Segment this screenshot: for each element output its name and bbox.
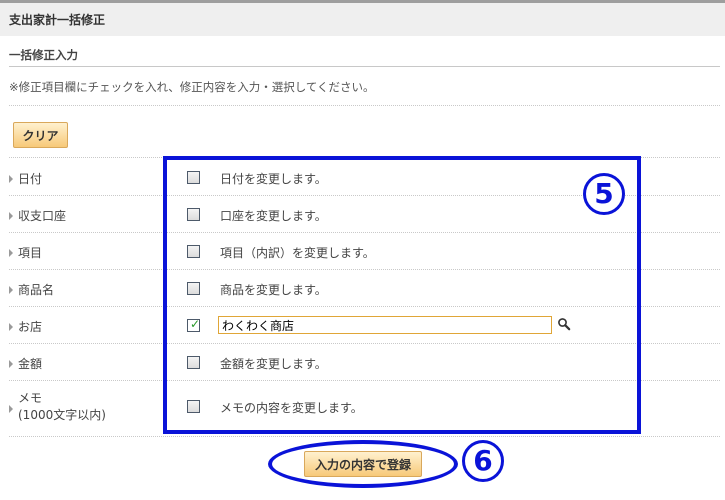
callout-number-5: 5 <box>583 173 625 215</box>
row-label-text: 項目 <box>18 246 43 260</box>
page-header: 支出家計一括修正 <box>0 0 725 36</box>
row-label-text: お店 <box>18 320 43 334</box>
row-label-date: 日付 <box>9 170 42 187</box>
row-label-amount: 金額 <box>9 355 42 372</box>
submit-button[interactable]: 入力の内容で登録 <box>304 451 422 477</box>
row-label-subtext: (1000文字以内) <box>18 408 106 422</box>
row-label-item: 項目 <box>9 244 42 261</box>
triangle-right-icon <box>9 285 13 294</box>
row-label-product: 商品名 <box>9 281 54 298</box>
triangle-right-icon <box>9 211 13 220</box>
page-title: 支出家計一括修正 <box>9 13 106 27</box>
annotation-highlight-box <box>163 156 641 434</box>
triangle-right-icon <box>9 248 13 257</box>
divider <box>9 436 720 437</box>
row-label-text: 金額 <box>18 357 43 371</box>
row-label-text: 収支口座 <box>18 209 67 223</box>
row-label-text: 日付 <box>18 172 43 186</box>
row-label-shop: お店 <box>9 318 42 335</box>
section-title: 一括修正入力 <box>9 48 78 62</box>
divider <box>9 105 720 106</box>
callout-number-6: 6 <box>462 440 504 482</box>
row-label-account: 収支口座 <box>9 207 66 224</box>
triangle-right-icon <box>9 405 13 413</box>
row-label-text: メモ <box>18 391 43 405</box>
clear-button[interactable]: クリア <box>13 122 68 148</box>
triangle-right-icon <box>9 322 13 331</box>
instruction-text: ※修正項目欄にチェックを入れ、修正内容を入力・選択してください。 <box>9 80 375 94</box>
row-label-text: 商品名 <box>18 283 55 297</box>
triangle-right-icon <box>9 174 13 183</box>
row-label-memo: メモ (1000文字以内) <box>9 390 106 424</box>
triangle-right-icon <box>9 359 13 368</box>
section-divider <box>9 66 720 67</box>
